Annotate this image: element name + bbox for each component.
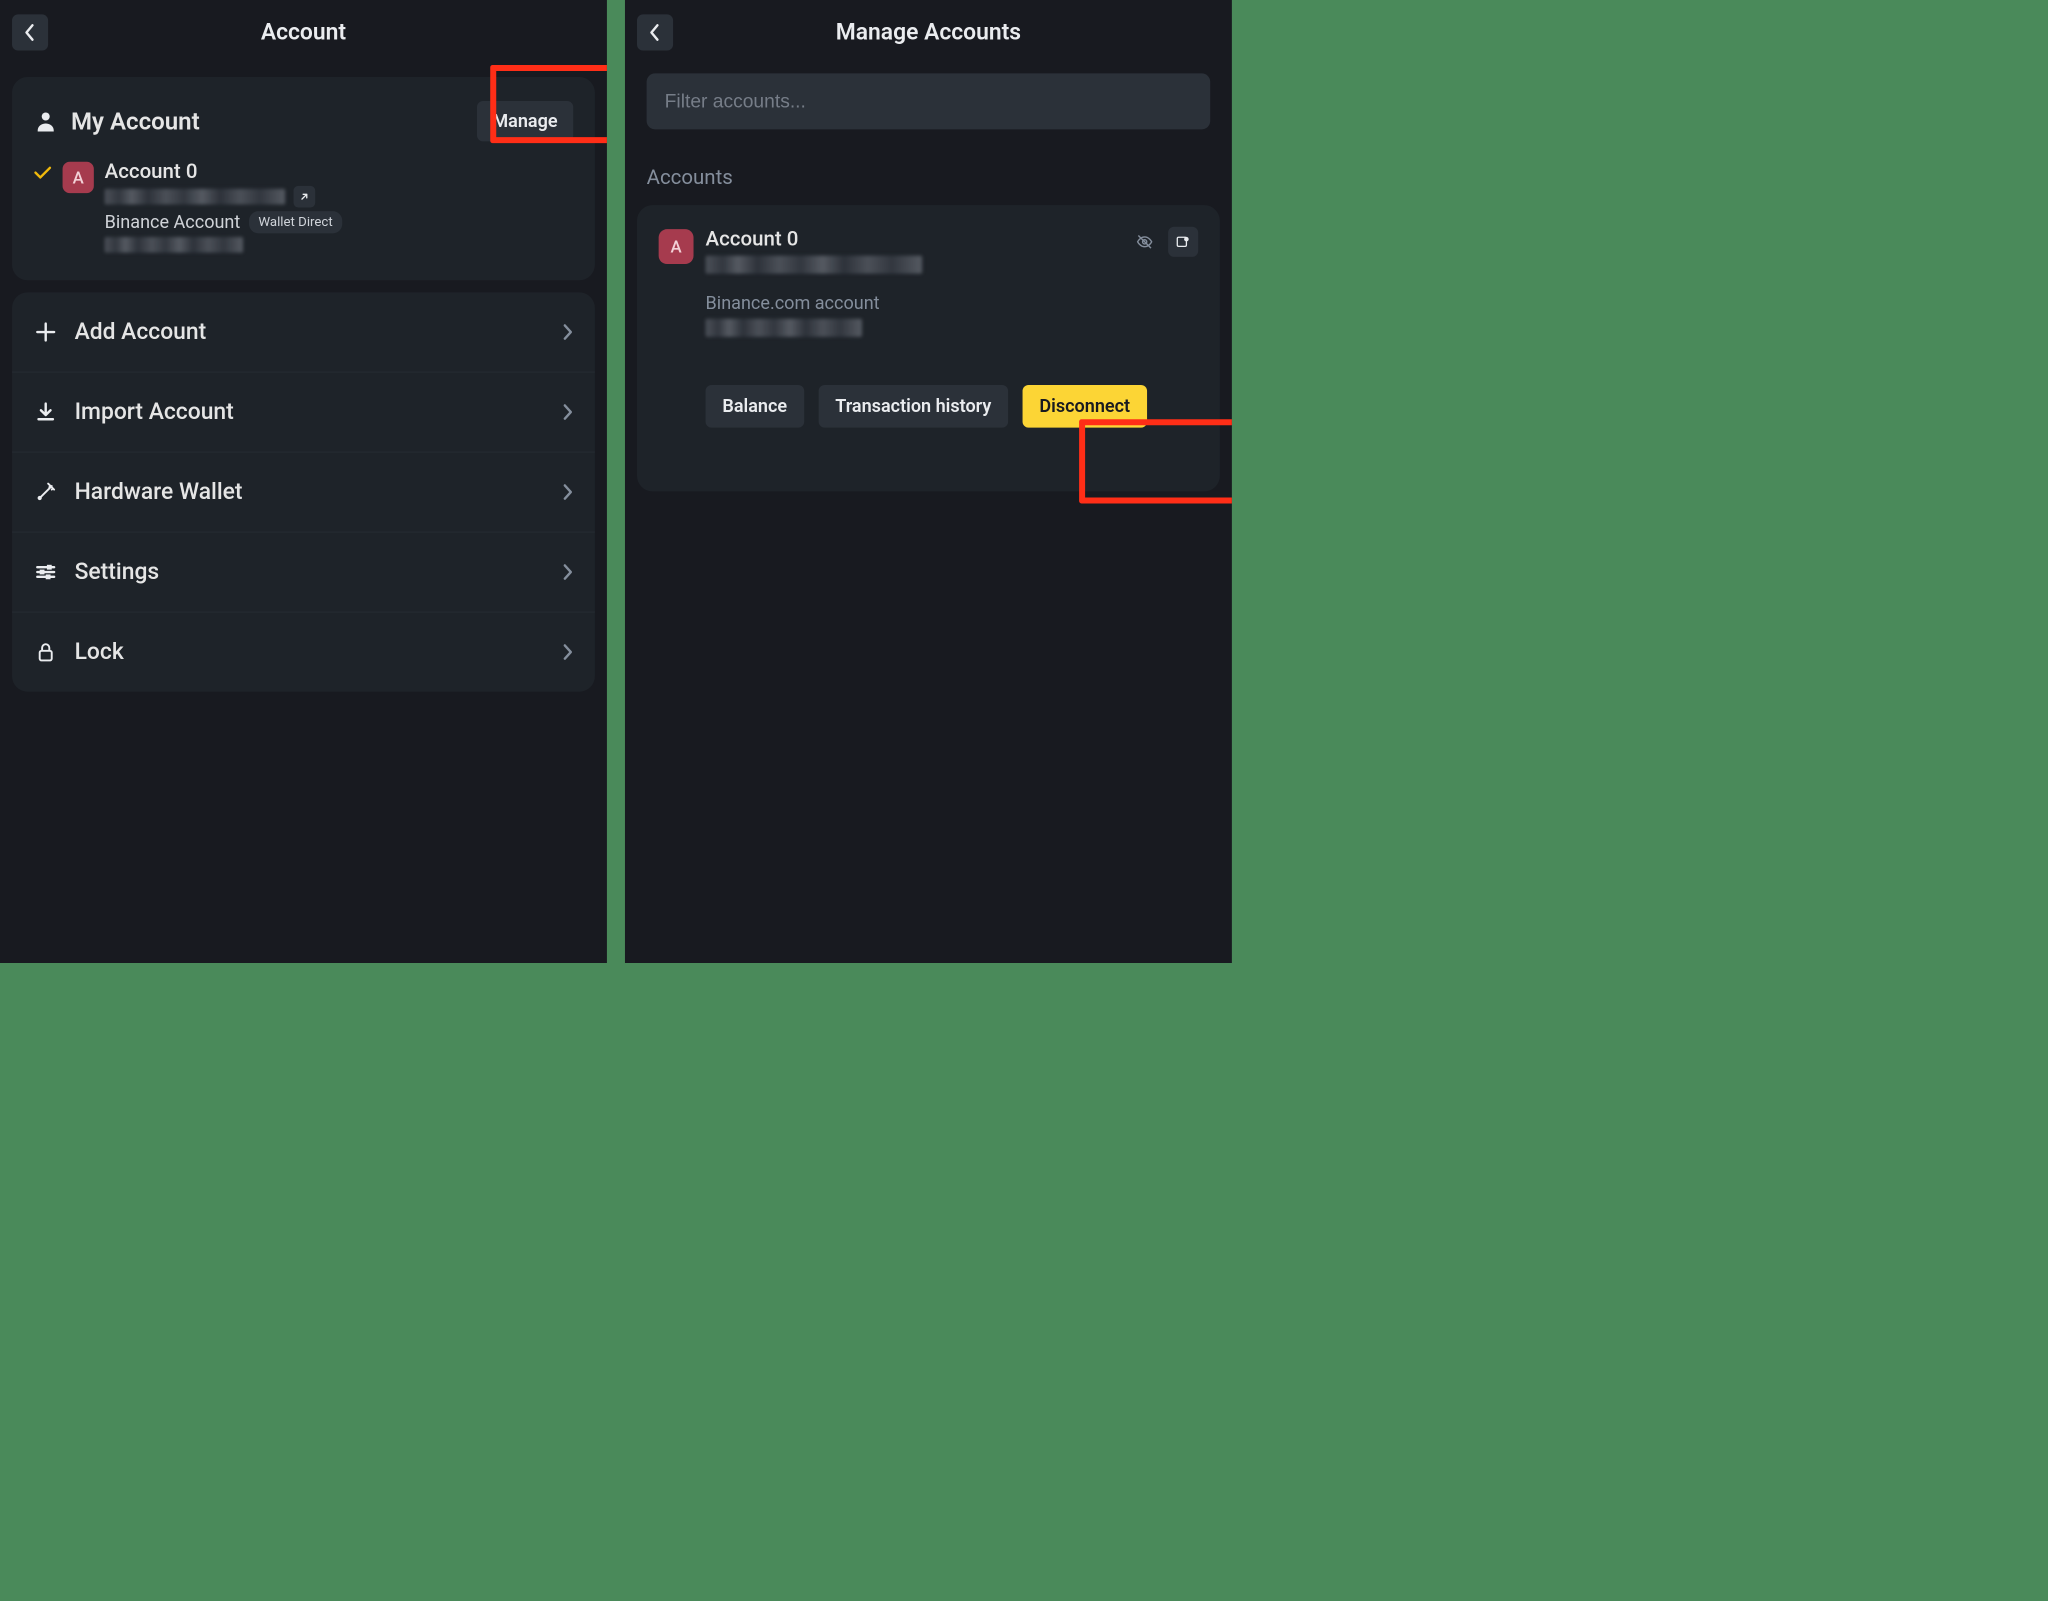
page-title: Manage Accounts xyxy=(625,19,1232,45)
lock-icon xyxy=(35,641,57,663)
manage-button[interactable]: Manage xyxy=(477,101,574,141)
chevron-right-icon xyxy=(562,564,573,581)
manage-account-card: A Account 0 Binance.com account Balanc xyxy=(637,205,1220,491)
eye-off-icon xyxy=(1136,233,1153,250)
redacted-info xyxy=(105,237,243,253)
menu-label: Hardware Wallet xyxy=(75,479,243,505)
open-external-icon[interactable] xyxy=(294,186,316,208)
chevron-left-icon xyxy=(24,23,36,41)
menu-label: Settings xyxy=(75,559,160,585)
back-button[interactable] xyxy=(12,14,48,50)
account-header: Account xyxy=(0,0,607,65)
account-avatar: A xyxy=(63,162,94,193)
manage-header: Manage Accounts xyxy=(625,0,1232,65)
my-account-card: My Account Manage A Account 0 Binance Ac… xyxy=(12,77,595,280)
rename-account-button[interactable] xyxy=(1168,227,1198,257)
account-name: Account 0 xyxy=(105,159,574,183)
redacted-address xyxy=(706,256,923,274)
chevron-right-icon xyxy=(562,644,573,661)
menu-label: Add Account xyxy=(75,319,207,345)
transaction-history-button[interactable]: Transaction history xyxy=(818,385,1008,428)
redacted-email xyxy=(706,319,862,337)
account-avatar: A xyxy=(659,229,694,264)
account-row[interactable]: A Account 0 Binance Account Wallet Direc… xyxy=(34,159,574,256)
person-icon xyxy=(34,109,58,133)
manage-accounts-panel: Manage Accounts Accounts A Account 0 xyxy=(625,0,1232,963)
filter-accounts-input[interactable] xyxy=(647,73,1211,129)
balance-button[interactable]: Balance xyxy=(706,385,804,428)
back-button[interactable] xyxy=(637,14,673,50)
download-icon xyxy=(35,401,57,423)
chevron-right-icon xyxy=(562,404,573,421)
account-name: Account 0 xyxy=(706,227,923,251)
import-account-item[interactable]: Import Account xyxy=(12,372,595,452)
account-panel: Account My Account Manage A Account 0 xyxy=(0,0,607,963)
redacted-address xyxy=(105,189,285,205)
edit-icon xyxy=(1175,234,1191,250)
settings-item[interactable]: Settings xyxy=(12,532,595,612)
lock-item[interactable]: Lock xyxy=(12,612,595,691)
disconnect-button[interactable]: Disconnect xyxy=(1023,385,1147,428)
accounts-section-label: Accounts xyxy=(625,147,1232,199)
disconnect-highlight xyxy=(1079,419,1232,503)
add-account-item[interactable]: Add Account xyxy=(12,292,595,372)
menu-label: Import Account xyxy=(75,399,234,425)
chevron-right-icon xyxy=(562,324,573,341)
selected-check-icon xyxy=(34,165,52,179)
chevron-left-icon xyxy=(649,23,661,41)
menu-label: Lock xyxy=(75,639,124,665)
hardware-wallet-item[interactable]: Hardware Wallet xyxy=(12,452,595,532)
binance-com-label: Binance.com account xyxy=(706,293,1199,314)
chevron-right-icon xyxy=(562,484,573,501)
sliders-icon xyxy=(35,561,57,583)
my-account-title: My Account xyxy=(71,107,200,135)
page-title: Account xyxy=(0,19,607,45)
plus-icon xyxy=(35,321,57,343)
usb-icon xyxy=(35,481,57,503)
wallet-direct-badge: Wallet Direct xyxy=(249,211,343,233)
menu-list: Add Account Import Account Hardware Wall… xyxy=(12,292,595,691)
hide-account-button[interactable] xyxy=(1130,227,1160,257)
binance-account-label: Binance Account xyxy=(105,212,241,233)
